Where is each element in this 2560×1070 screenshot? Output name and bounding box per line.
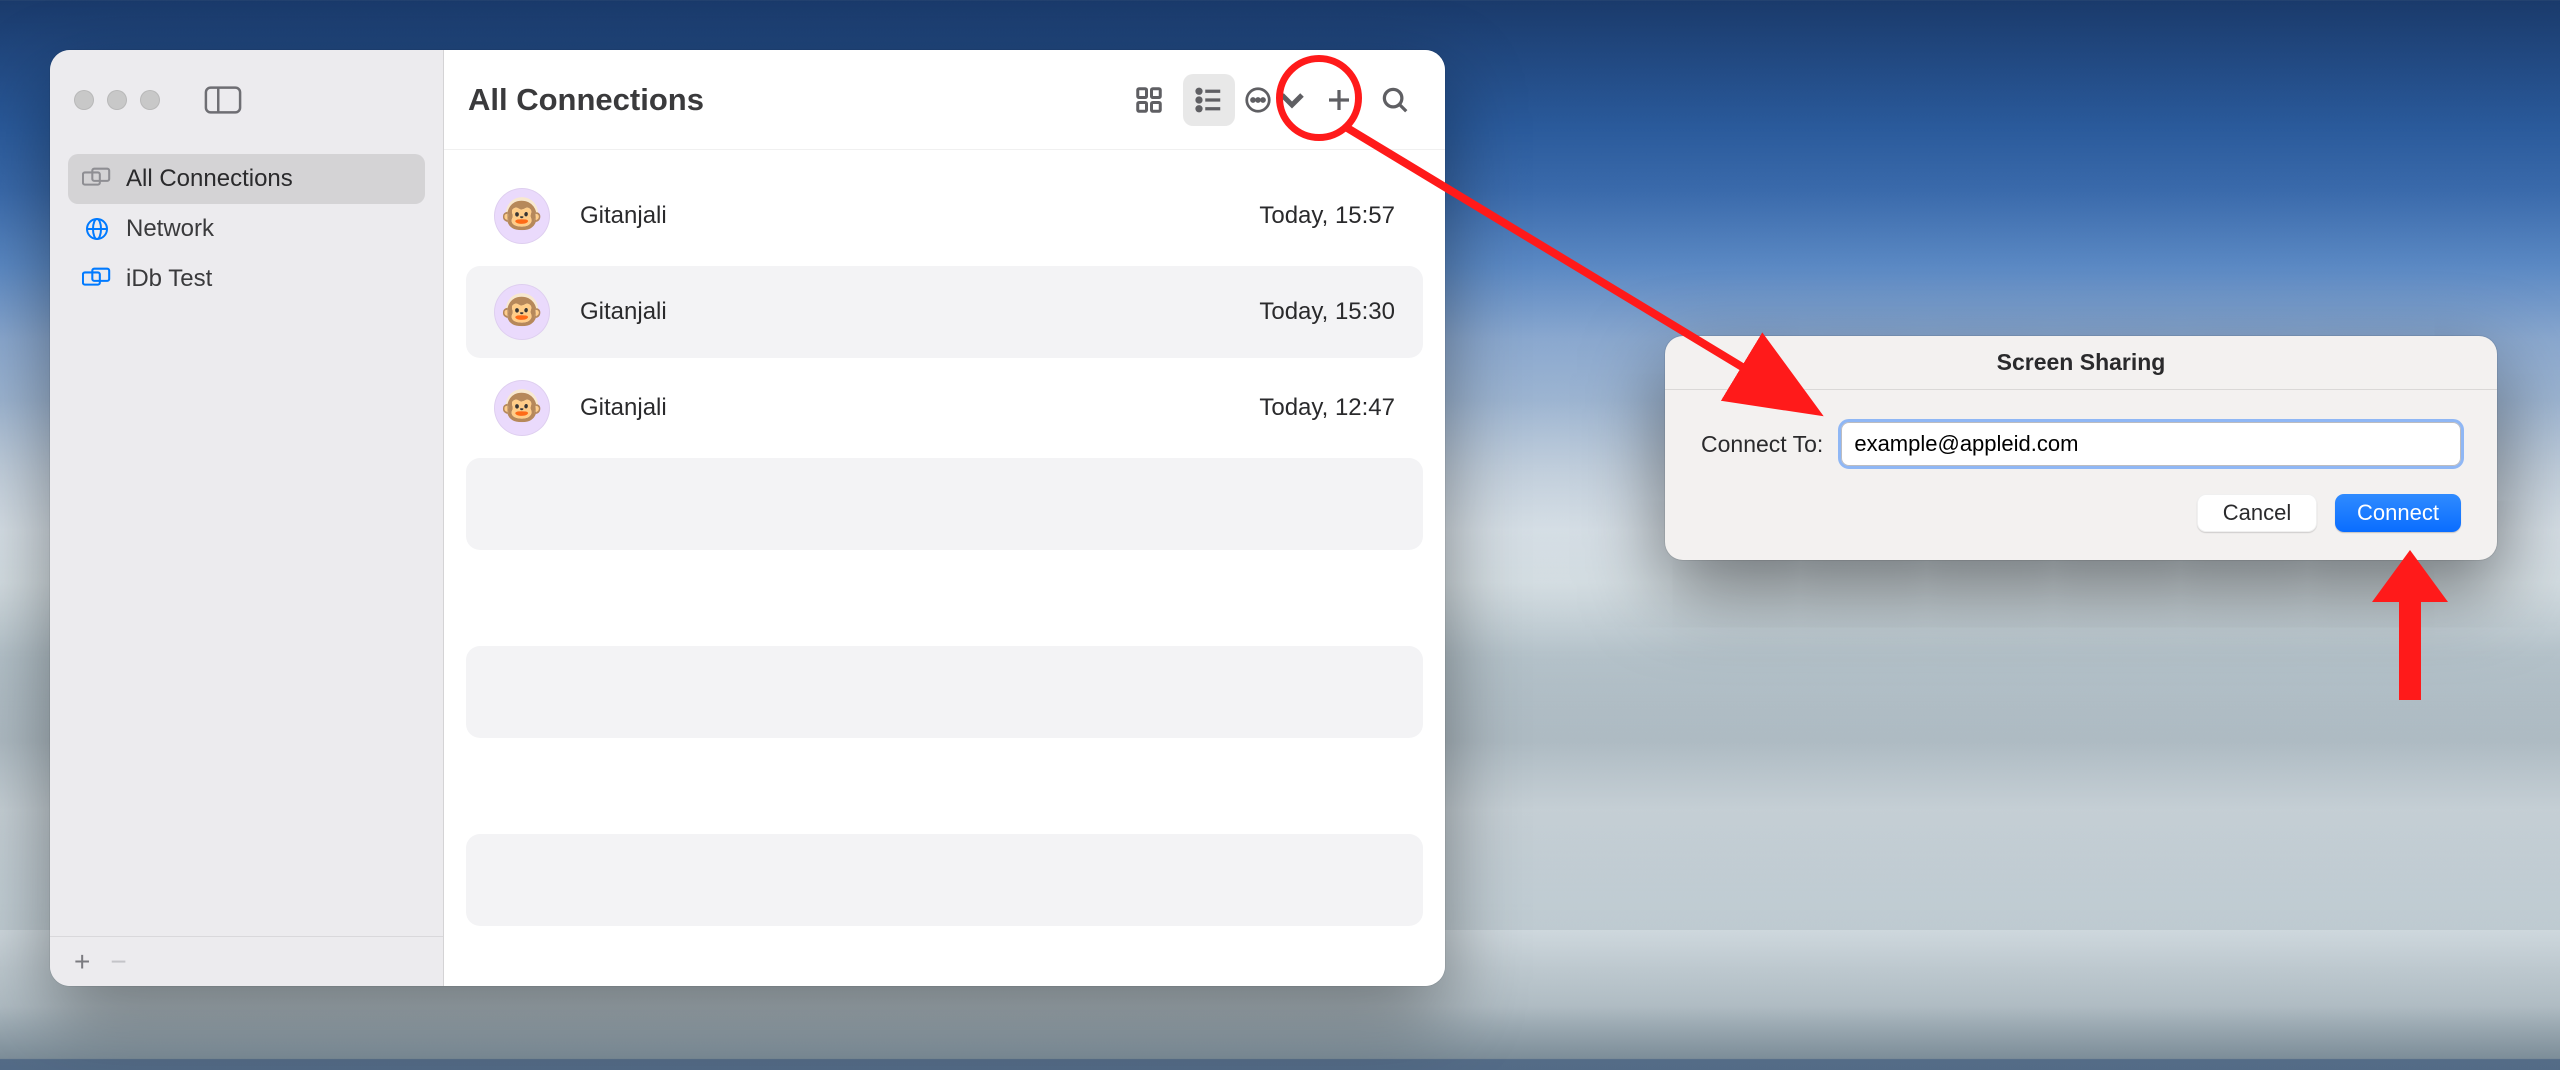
connection-name: Gitanjali: [580, 298, 1259, 326]
connect-dialog: Screen Sharing Connect To: Cancel Connec…: [1665, 336, 2497, 560]
empty-row: [466, 834, 1423, 926]
toggle-sidebar-button[interactable]: [202, 84, 244, 116]
sidebar-remove-button[interactable]: −: [110, 948, 126, 976]
sidebar-add-button[interactable]: +: [74, 948, 90, 976]
connection-row[interactable]: 🐵 Gitanjali Today, 12:47: [466, 362, 1423, 454]
minimize-window-button[interactable]: [107, 90, 127, 110]
connection-time: Today, 12:47: [1259, 394, 1395, 422]
globe-icon: [82, 217, 112, 241]
sidebar-item-label: Network: [126, 215, 214, 243]
connection-time: Today, 15:30: [1259, 298, 1395, 326]
search-button[interactable]: [1369, 74, 1421, 126]
connection-list: 🐵 Gitanjali Today, 15:57 🐵 Gitanjali Tod…: [444, 150, 1445, 986]
content-area: All Connections: [444, 50, 1445, 986]
sidebar-item-network[interactable]: Network: [68, 204, 425, 254]
cancel-button[interactable]: Cancel: [2197, 494, 2317, 532]
chevron-down-icon: [1277, 85, 1307, 115]
avatar: 🐵: [494, 188, 550, 244]
connect-to-input[interactable]: [1841, 422, 2461, 466]
annotation-arrow-to-connect: [2360, 550, 2460, 700]
more-options-button[interactable]: [1241, 74, 1309, 126]
connection-row[interactable]: 🐵 Gitanjali Today, 15:57: [466, 170, 1423, 262]
connection-name: Gitanjali: [580, 394, 1259, 422]
empty-row: [466, 458, 1423, 550]
screen-sharing-window: All Connections Network: [50, 50, 1445, 986]
connection-row[interactable]: 🐵 Gitanjali Today, 15:30: [466, 266, 1423, 358]
zoom-window-button[interactable]: [140, 90, 160, 110]
sidebar-item-all-connections[interactable]: All Connections: [68, 154, 425, 204]
close-window-button[interactable]: [74, 90, 94, 110]
connection-name: Gitanjali: [580, 202, 1259, 230]
avatar: 🐵: [494, 284, 550, 340]
sidebar-item-label: iDb Test: [126, 265, 212, 293]
new-connection-button[interactable]: [1313, 74, 1365, 126]
empty-row: [466, 646, 1423, 738]
screens-icon: [82, 167, 112, 191]
view-list-button[interactable]: [1183, 74, 1235, 126]
windows-icon: [82, 267, 112, 291]
connect-button[interactable]: Connect: [2335, 494, 2461, 532]
toolbar: All Connections: [444, 50, 1445, 150]
connect-to-label: Connect To:: [1701, 431, 1823, 458]
sidebar-item-label: All Connections: [126, 165, 293, 193]
connection-time: Today, 15:57: [1259, 202, 1395, 230]
window-controls: [74, 90, 160, 110]
sidebar-item-idb-test[interactable]: iDb Test: [68, 254, 425, 304]
dialog-title: Screen Sharing: [1665, 336, 2497, 390]
page-title: All Connections: [468, 82, 704, 118]
view-grid-button[interactable]: [1123, 74, 1175, 126]
avatar: 🐵: [494, 380, 550, 436]
sidebar: All Connections Network: [50, 50, 444, 986]
